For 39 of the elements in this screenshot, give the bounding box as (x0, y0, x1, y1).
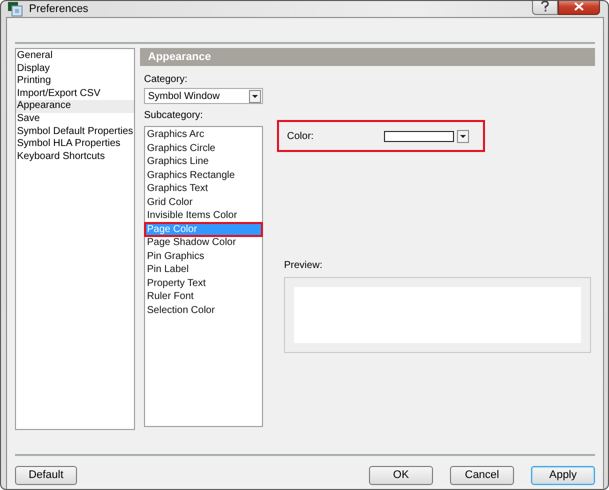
sidebar-item[interactable]: Import/Export CSV (16, 88, 134, 100)
sidebar-item[interactable]: Save (16, 112, 134, 126)
sidebar-item[interactable]: Printing (16, 75, 134, 88)
list-item[interactable]: Page Shadow Color (145, 236, 262, 250)
close-button[interactable] (558, 1, 600, 14)
question-icon (541, 1, 549, 12)
list-item[interactable]: Graphics Arc (145, 128, 262, 142)
list-item[interactable]: Graphics Rectangle (145, 168, 262, 182)
sidebar-item[interactable]: Display (16, 62, 134, 76)
list-item[interactable]: Pin Graphics (145, 250, 262, 263)
list-item[interactable]: Graphics Line (145, 155, 262, 168)
list-item[interactable]: Grid Color (145, 196, 262, 209)
list-item[interactable]: Pin Label (145, 263, 262, 276)
sidebar-item[interactable]: General (16, 50, 134, 63)
sidebar-item[interactable]: Appearance (16, 100, 134, 113)
section-header: Appearance (140, 48, 595, 66)
preview-label: Preview: (284, 260, 324, 271)
dialog-button[interactable]: Apply (531, 466, 595, 484)
default-button[interactable]: Default (15, 466, 77, 484)
close-icon (574, 2, 584, 10)
dialog-button[interactable]: Cancel (450, 466, 514, 484)
sidebar-item[interactable]: Symbol Default Properties (16, 126, 134, 138)
subcategory-label: Subcategory: (144, 110, 204, 121)
sidebar-item[interactable]: Symbol HLA Properties (16, 138, 134, 151)
color-picker[interactable] (384, 130, 469, 142)
window-title: Preferences (29, 3, 88, 15)
list-item[interactable]: Selection Color (145, 304, 262, 317)
list-item[interactable]: Ruler Font (145, 290, 262, 304)
help-button[interactable] (532, 1, 558, 14)
app-icon (7, 1, 23, 17)
list-item[interactable]: Invisible Items Color (145, 209, 262, 222)
list-item[interactable]: Property Text (145, 276, 262, 290)
dialog-button[interactable]: OK (369, 466, 433, 484)
list-item[interactable]: Graphics Circle (145, 142, 262, 155)
list-item[interactable]: Graphics Text (145, 182, 262, 196)
category-label: Category: (144, 74, 188, 85)
category-dropdown[interactable]: Symbol Window (144, 88, 263, 104)
color-label: Color: (287, 130, 315, 142)
sidebar-item[interactable]: Keyboard Shortcuts (16, 150, 134, 164)
